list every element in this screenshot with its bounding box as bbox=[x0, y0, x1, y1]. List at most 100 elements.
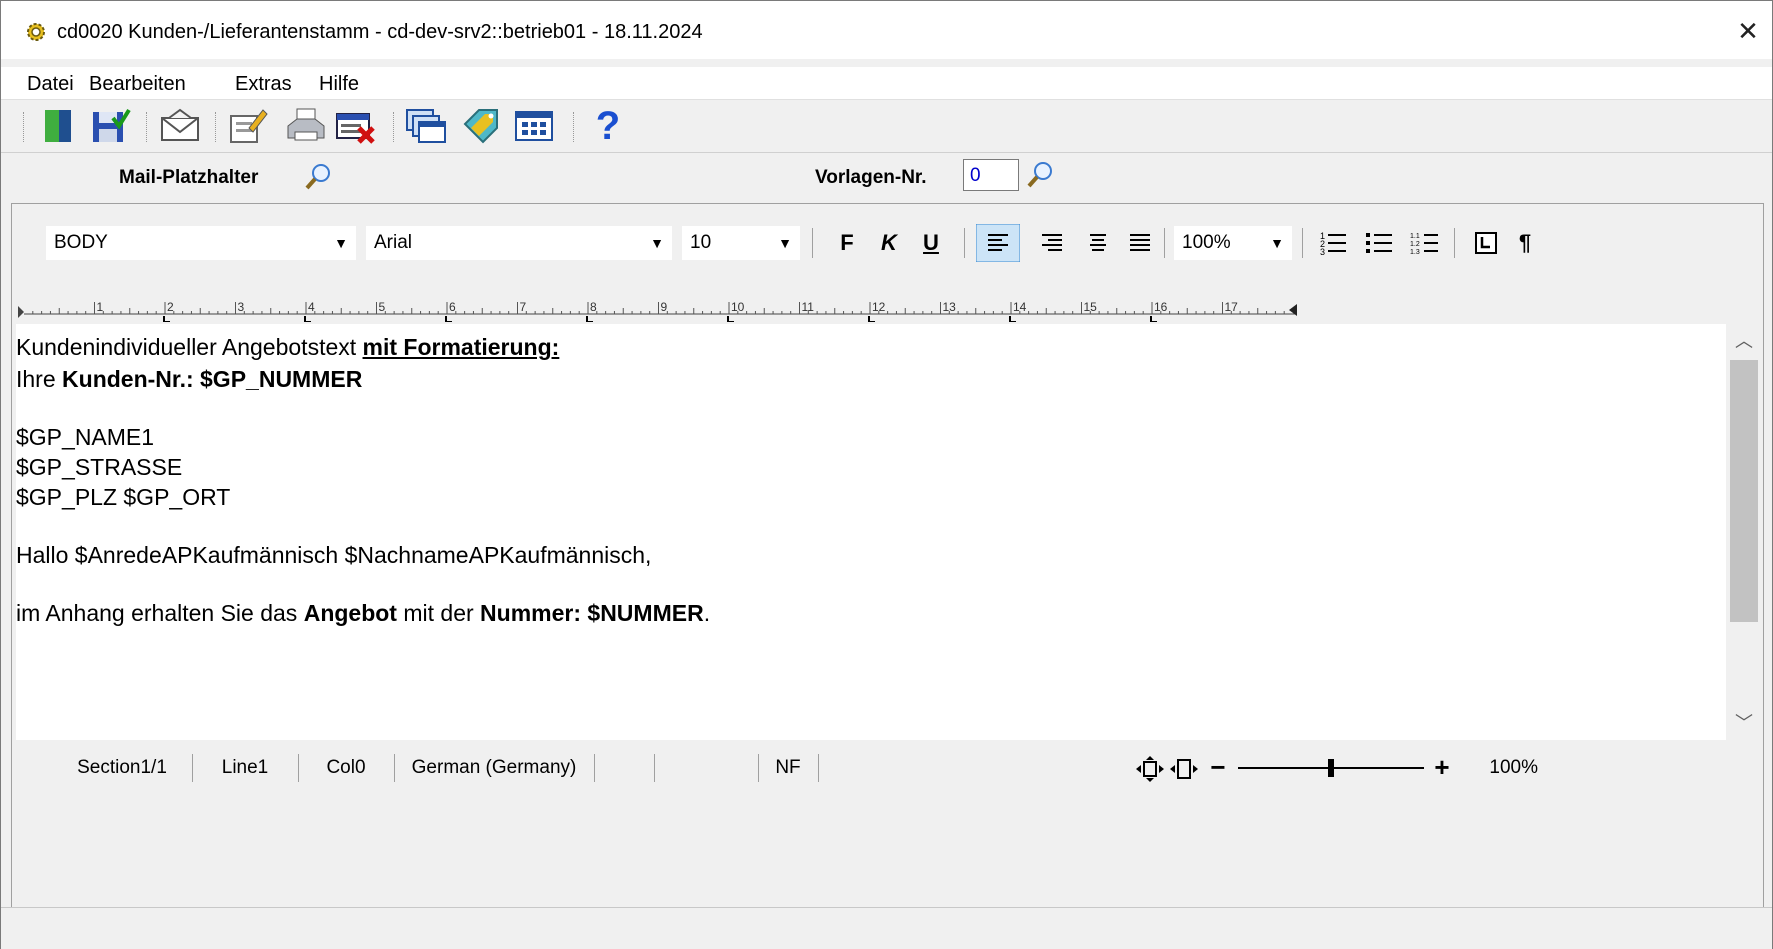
zoom-slider[interactable] bbox=[1238, 759, 1424, 777]
line-text: Kundenindividueller Angebotstext bbox=[16, 334, 363, 360]
mail-icon[interactable] bbox=[159, 106, 201, 146]
status-empty bbox=[594, 754, 655, 782]
tab-stop-icon[interactable] bbox=[1468, 224, 1504, 262]
field-row: Mail-Platzhalter Vorlagen-Nr. 0 bbox=[1, 153, 1772, 203]
align-justify-icon[interactable] bbox=[1120, 224, 1160, 262]
font-select[interactable]: Arial ▼ bbox=[366, 226, 672, 260]
help-icon[interactable]: ? bbox=[587, 106, 629, 146]
title-bar[interactable]: cd0020 Kunden-/Lieferantenstamm - cd-dev… bbox=[1, 1, 1772, 59]
toolbar-separator bbox=[146, 112, 150, 142]
print-icon[interactable] bbox=[285, 106, 327, 146]
svg-text:1.2: 1.2 bbox=[1410, 241, 1420, 248]
ruler-tab-stop[interactable] bbox=[445, 316, 452, 323]
status-language: German (Germany) bbox=[394, 754, 595, 782]
status-nf: NF bbox=[758, 754, 819, 782]
windows-icon[interactable] bbox=[405, 106, 447, 146]
status-line: Line1 bbox=[192, 754, 299, 782]
paragraph-mark-button[interactable]: ¶ bbox=[1508, 226, 1542, 260]
line-text: . bbox=[703, 600, 711, 626]
ruler-tab-stop[interactable] bbox=[727, 316, 734, 323]
status-column: Col0 bbox=[298, 754, 395, 782]
edit-icon[interactable] bbox=[227, 106, 269, 146]
numbered-list-icon[interactable]: 1 2 3 bbox=[1314, 224, 1354, 262]
document-line: $GP_NAME1 bbox=[16, 424, 155, 450]
scroll-up-icon[interactable]: ︿ bbox=[1726, 326, 1762, 356]
menu-bar: Datei Bearbeiten Extras Hilfe bbox=[1, 67, 1772, 101]
search-icon[interactable] bbox=[303, 162, 333, 192]
delete-icon[interactable] bbox=[335, 106, 377, 146]
menu-hilfe[interactable]: Hilfe bbox=[319, 71, 359, 97]
chevron-down-icon: ▼ bbox=[650, 235, 664, 251]
fit-width-icon[interactable] bbox=[1168, 756, 1200, 782]
align-right-icon[interactable] bbox=[1032, 224, 1072, 262]
ruler-label: 1 bbox=[97, 300, 104, 314]
exit-icon[interactable] bbox=[39, 106, 81, 146]
ruler-left-indent-marker[interactable] bbox=[18, 306, 24, 318]
ruler-label: 2 bbox=[167, 300, 174, 314]
bold-button[interactable]: F bbox=[832, 226, 862, 260]
toolbar-grip bbox=[23, 112, 27, 142]
status-empty-2 bbox=[654, 754, 759, 782]
grid-icon[interactable] bbox=[513, 106, 555, 146]
structured-list-icon[interactable]: 1.1 1.2 1.3 bbox=[1406, 224, 1446, 262]
line-text-bold: Nummer: $NUMMER bbox=[480, 600, 704, 626]
zoom-select[interactable]: 100% ▼ bbox=[1174, 226, 1292, 260]
ruler[interactable]: 1 2 3 4 5 6 7 8 9 10 11 12 13 14 15 16 17 bbox=[12, 276, 1763, 323]
close-button[interactable]: ✕ bbox=[1724, 11, 1772, 51]
scroll-down-icon[interactable]: ﹀ bbox=[1726, 708, 1762, 738]
toolbar-separator bbox=[573, 112, 577, 142]
separator bbox=[812, 228, 813, 258]
fit-page-icon[interactable] bbox=[1134, 756, 1166, 782]
window-title: cd0020 Kunden-/Lieferantenstamm - cd-dev… bbox=[57, 21, 703, 43]
ruler-tab-stop[interactable] bbox=[163, 316, 170, 323]
document-line: Kundenindividueller Angebotstext mit For… bbox=[16, 332, 559, 362]
svg-text:3: 3 bbox=[1320, 247, 1325, 257]
font-value: Arial bbox=[374, 232, 413, 253]
style-select[interactable]: BODY ▼ bbox=[46, 226, 356, 260]
svg-text:1.3: 1.3 bbox=[1410, 249, 1420, 256]
bullet-list-icon[interactable] bbox=[1360, 224, 1400, 262]
menu-extras[interactable]: Extras bbox=[235, 71, 292, 97]
underline-button[interactable]: U bbox=[916, 226, 946, 260]
italic-button[interactable]: K bbox=[874, 226, 904, 260]
ruler-label: 3 bbox=[238, 300, 245, 314]
zoom-slider-thumb[interactable] bbox=[1328, 759, 1334, 777]
align-left-icon[interactable] bbox=[976, 224, 1020, 262]
mail-placeholder-label: Mail-Platzhalter bbox=[119, 167, 259, 188]
ruler-tab-stop[interactable] bbox=[868, 316, 875, 323]
separator bbox=[1454, 228, 1455, 258]
ruler-tab-stop[interactable] bbox=[586, 316, 593, 323]
ruler-tab-stop[interactable] bbox=[1009, 316, 1016, 323]
svg-text:1.1: 1.1 bbox=[1410, 233, 1420, 240]
zoom-percentage: 100% bbox=[1489, 757, 1538, 778]
zoom-value: 100% bbox=[1182, 232, 1231, 253]
document-line: $GP_PLZ $GP_ORT bbox=[16, 484, 231, 510]
tag-icon[interactable] bbox=[461, 106, 503, 146]
ruler-label: 7 bbox=[520, 300, 527, 314]
menu-datei[interactable]: Datei bbox=[27, 71, 74, 97]
document-text-area[interactable]: Kundenindividueller Angebotstext mit For… bbox=[16, 324, 1726, 740]
toolbar-separator bbox=[215, 112, 219, 142]
vertical-scrollbar[interactable]: ︿ ﹀ bbox=[1726, 324, 1762, 740]
document-line: Hallo $AnredeAPKaufmännisch $NachnameAPK… bbox=[16, 542, 652, 568]
template-number-input[interactable]: 0 bbox=[963, 159, 1019, 191]
document-line: Ihre Kunden-Nr.: $GP_NUMMER bbox=[16, 364, 362, 394]
separator bbox=[964, 228, 965, 258]
font-size-value: 10 bbox=[690, 232, 712, 253]
scrollbar-thumb[interactable] bbox=[1730, 360, 1758, 622]
ruler-tab-stop[interactable] bbox=[1150, 316, 1157, 323]
document-line: $GP_STRASSE bbox=[16, 454, 183, 480]
search-icon[interactable] bbox=[1025, 160, 1055, 190]
gear-icon bbox=[27, 23, 45, 41]
zoom-out-button[interactable]: − bbox=[1206, 752, 1230, 782]
align-center-icon[interactable] bbox=[1078, 224, 1118, 262]
format-bar: BODY ▼ Arial ▼ 10 ▼ F K U 100% ▼ 1 2 3 1… bbox=[12, 204, 1763, 276]
ruler-label: 8 bbox=[590, 300, 597, 314]
save-icon[interactable] bbox=[89, 106, 131, 146]
separator bbox=[1164, 228, 1165, 258]
menu-bearbeiten[interactable]: Bearbeiten bbox=[89, 71, 186, 97]
ruler-tab-stop[interactable] bbox=[304, 316, 311, 323]
zoom-in-button[interactable]: + bbox=[1430, 752, 1454, 782]
separator bbox=[1302, 228, 1303, 258]
font-size-select[interactable]: 10 ▼ bbox=[682, 226, 800, 260]
